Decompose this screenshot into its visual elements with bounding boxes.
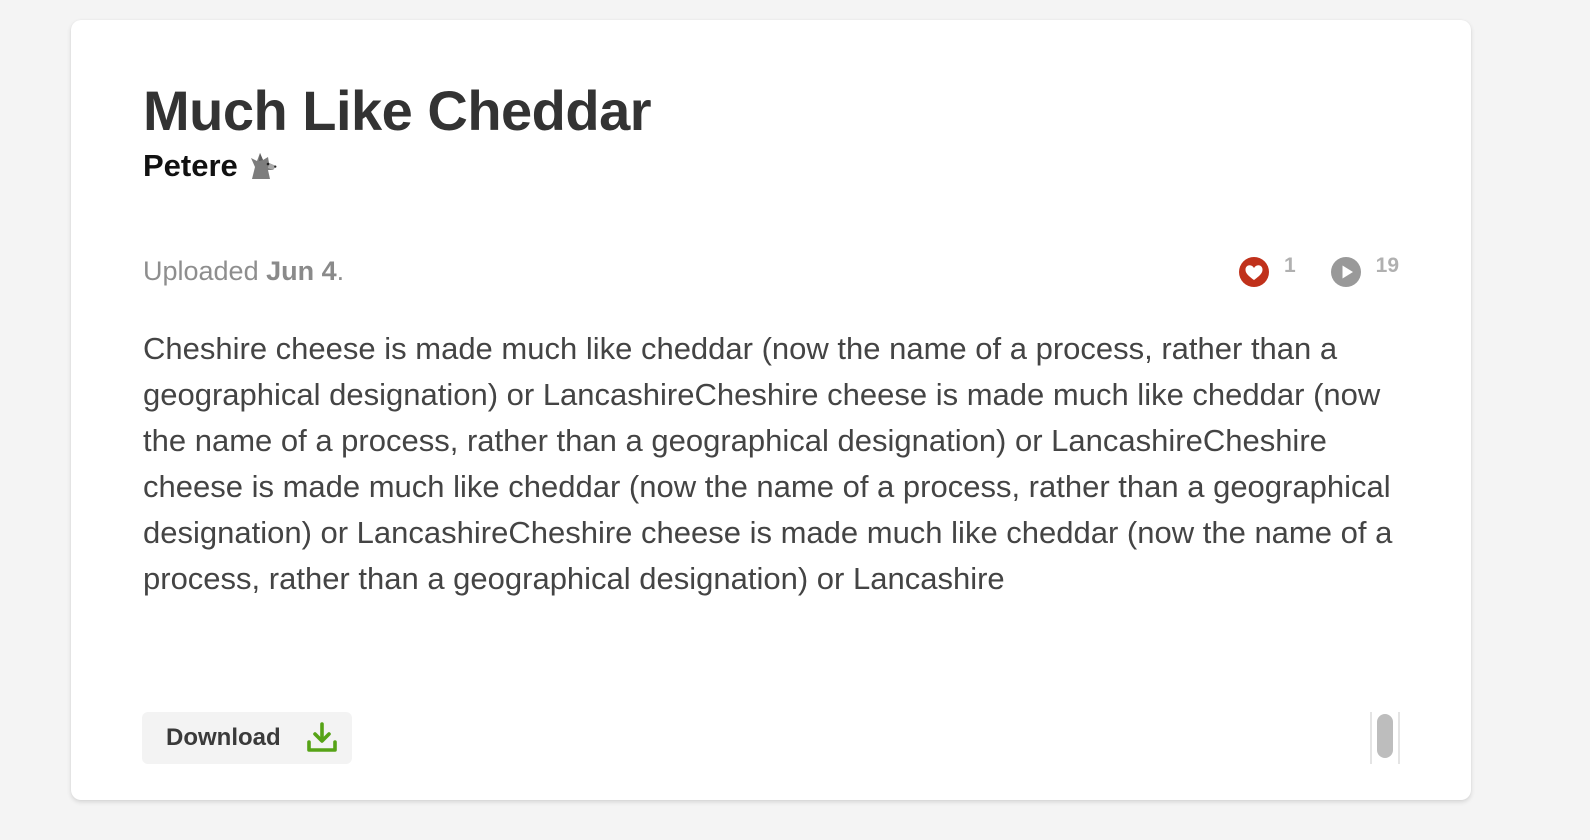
- track-card: Much Like Cheddar Petere Uploaded Jun 4.: [71, 20, 1471, 800]
- like-stat[interactable]: 1: [1238, 254, 1296, 288]
- track-description: Cheshire cheese is made much like chedda…: [143, 331, 1393, 596]
- download-button[interactable]: Download: [142, 712, 352, 764]
- play-stat[interactable]: 19: [1330, 254, 1399, 288]
- wolf-icon: [246, 149, 280, 183]
- scrollbar-thumb[interactable]: [1377, 714, 1393, 758]
- scrollbar[interactable]: [1370, 712, 1400, 764]
- upload-info: Uploaded Jun 4.: [143, 256, 344, 287]
- author-row: Petere: [143, 148, 280, 184]
- like-count: 1: [1283, 254, 1296, 277]
- upload-date: Jun 4: [266, 256, 337, 286]
- play-count: 19: [1375, 254, 1399, 277]
- track-title: Much Like Cheddar: [143, 79, 652, 142]
- download-icon: [305, 721, 339, 755]
- uploaded-suffix: .: [336, 256, 345, 286]
- track-stats: 1 19: [1238, 254, 1399, 288]
- play-icon[interactable]: [1330, 256, 1362, 288]
- download-label: Download: [166, 724, 281, 751]
- author-name[interactable]: Petere: [143, 148, 238, 184]
- uploaded-label: Uploaded: [143, 256, 267, 286]
- heart-icon[interactable]: [1238, 256, 1270, 288]
